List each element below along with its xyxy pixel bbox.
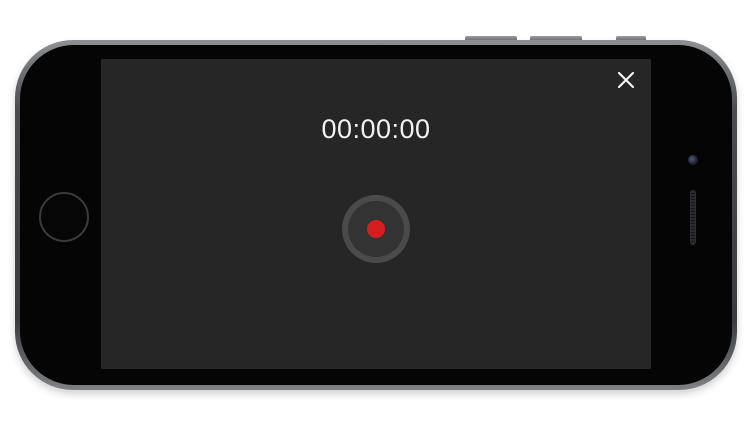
recorder-screen: 00:00:00 <box>101 59 651 369</box>
front-camera <box>688 155 698 165</box>
recording-timer: 00:00:00 <box>321 114 431 144</box>
record-dot-icon <box>367 220 385 238</box>
close-icon <box>617 71 635 89</box>
record-button-ring <box>348 201 404 257</box>
home-button <box>39 192 89 242</box>
close-button[interactable] <box>615 69 637 91</box>
record-button[interactable] <box>342 195 410 263</box>
earpiece-speaker <box>690 190 696 245</box>
device-stage: 00:00:00 <box>0 0 750 422</box>
